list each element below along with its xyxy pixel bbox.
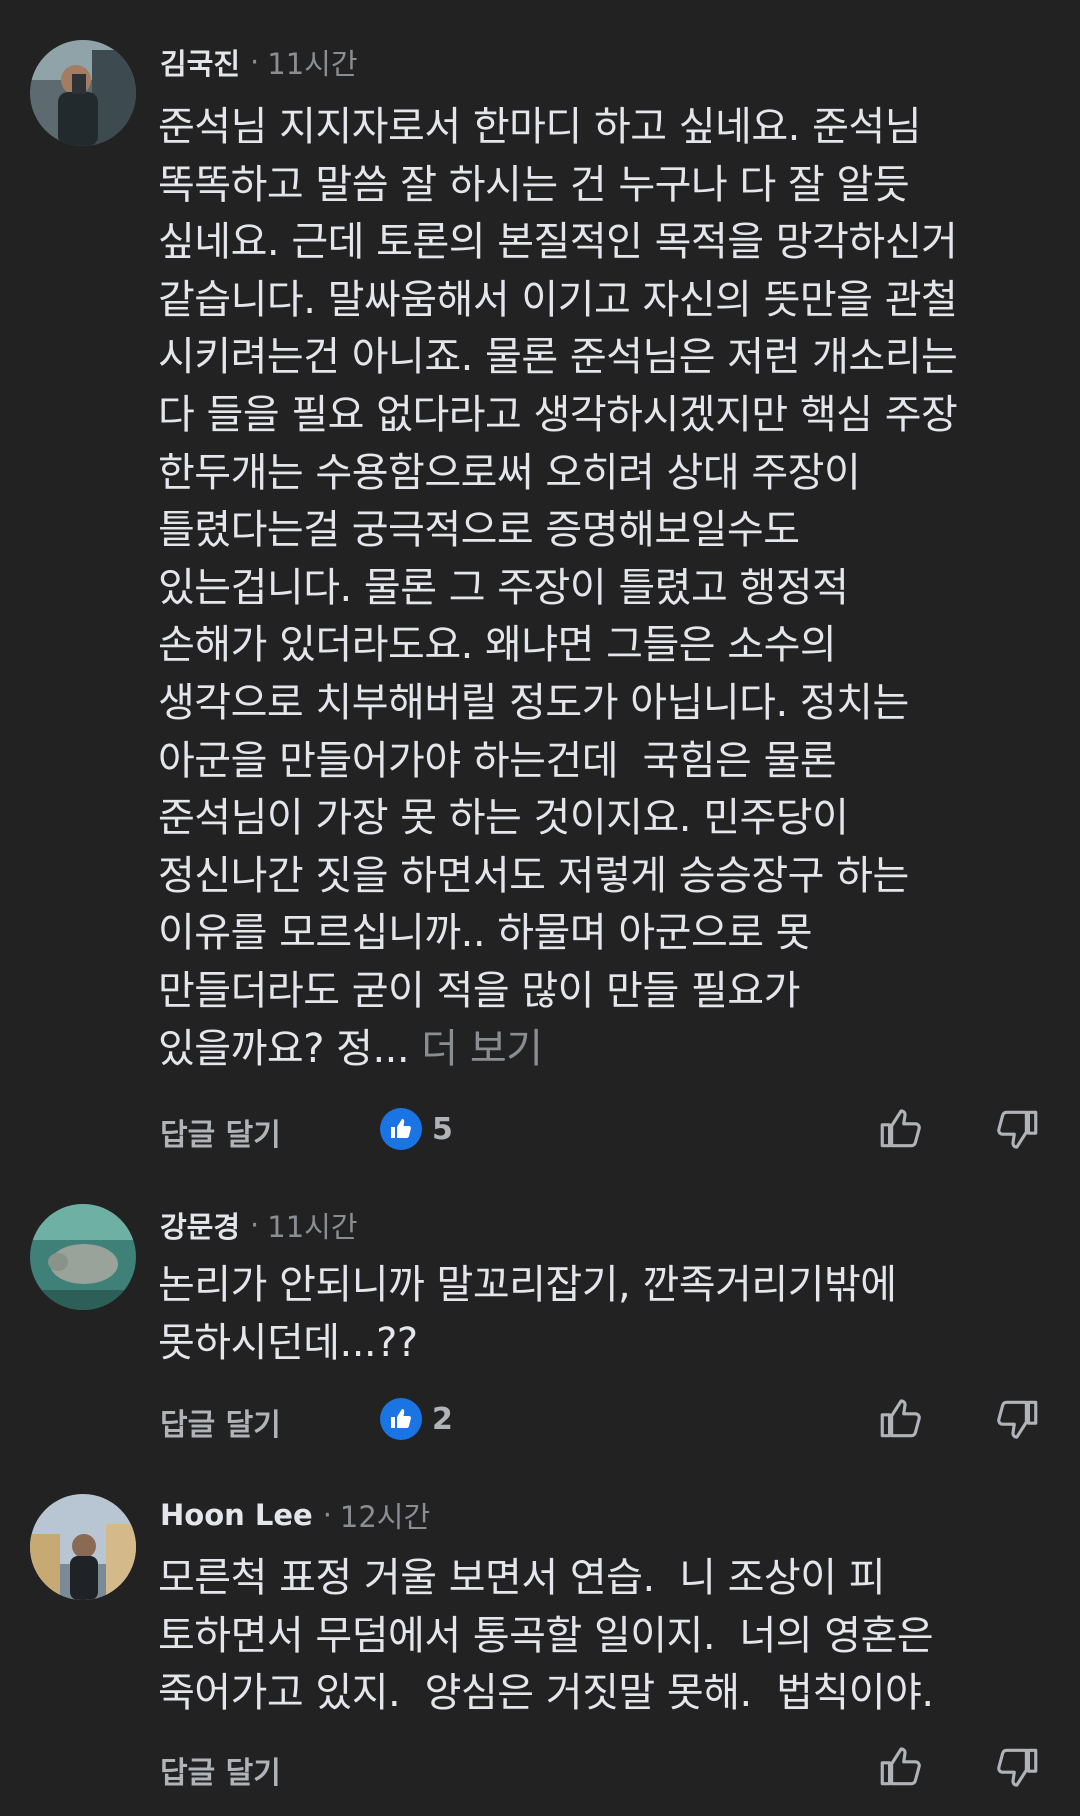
comment-line: 모른척 표정 거울 보면서 연습. 니 조상이 피 <box>158 1555 886 1601</box>
avatar[interactable] <box>30 1204 136 1310</box>
comment-line: 아군을 만들어가야 하는건데 국힘은 물론 <box>158 737 837 784</box>
comment-author[interactable]: 강문경 <box>160 1204 240 1246</box>
comment-text: 논리가 안되니까 말꼬리잡기, 깐족거리기밖에못하시던데...?? <box>158 1257 1058 1372</box>
comment-author[interactable]: Hoon Lee <box>160 1498 313 1532</box>
comment-line: 손해가 있더라도요. 왜냐면 그들은 소수의 <box>158 622 837 669</box>
comment-line: 토하면서 무덤에서 통곡할 일이지. 너의 영혼은 <box>158 1612 934 1659</box>
comment-time[interactable]: 11시간 <box>267 1204 357 1246</box>
comment-line: 틀렸다는걸 궁극적으로 증명해보일수도 <box>158 507 800 554</box>
see-more-link[interactable]: 더 보기 <box>409 1026 543 1072</box>
comment-line: 준석님이 가장 못 하는 것이지요. 민주당이 <box>158 795 849 842</box>
comment-line: 못하시던데...?? <box>158 1319 418 1366</box>
comment-line-last: 있을까요? 정... 더 보기 <box>158 1021 1058 1079</box>
comment-line: 싶네요. 근데 토론의 본질적인 목적을 망각하신거 <box>158 219 958 266</box>
reply-button[interactable]: 답글 달기 <box>160 1400 281 1444</box>
reply-button[interactable]: 답글 달기 <box>160 1748 281 1792</box>
thumbs-up-outline-icon[interactable] <box>876 1104 926 1154</box>
comment-line: 다 들을 필요 없다라고 생각하시겠지만 핵심 주장 <box>158 391 958 438</box>
avatar[interactable] <box>30 1494 136 1600</box>
comment-line: 정신나간 짓을 하면서도 저렇게 승승장구 하는 <box>158 852 909 899</box>
comment-line: 생각으로 치부해버릴 정도가 아닙니다. 정치는 <box>158 679 909 726</box>
comment-time[interactable]: 11시간 <box>267 41 357 83</box>
comment-line: 만들더라도 굳이 적을 많이 만들 필요가 <box>158 967 800 1014</box>
reaction-summary[interactable]: 5 <box>380 1108 453 1150</box>
comment-text: 준석님 지지자로서 한마디 하고 싶네요. 준석님똑똑하고 말씀 잘 하시는 건… <box>158 99 1058 1078</box>
comment-line: 논리가 안되니까 말꼬리잡기, 깐족거리기밖에 <box>158 1262 897 1308</box>
comment-line: 준석님 지지자로서 한마디 하고 싶네요. 준석님 <box>158 104 922 150</box>
comment-line: 죽어가고 있지. 양심은 거짓말 못해. 법칙이야. <box>158 1670 934 1717</box>
comment-line: 같습니다. 말싸움해서 이기고 자신의 뜻만을 관철 <box>158 276 958 323</box>
separator-dot: · <box>250 45 260 79</box>
reaction-count: 2 <box>432 1401 453 1437</box>
comment-line: 이유를 모르십니까.. 하물며 아군으로 못 <box>158 910 813 957</box>
thumbs-down-outline-icon[interactable] <box>992 1394 1042 1444</box>
reaction-summary[interactable]: 2 <box>380 1398 453 1440</box>
comment-author[interactable]: 김국진 <box>160 41 240 83</box>
thumbs-up-icon <box>380 1398 422 1440</box>
reaction-count: 5 <box>432 1111 453 1147</box>
comment-line: 똑똑하고 말씀 잘 하시는 건 누구나 다 잘 알듯 <box>158 161 910 208</box>
thumbs-down-outline-icon[interactable] <box>992 1104 1042 1154</box>
comment-line: 있을까요? 정... <box>158 1025 410 1072</box>
comment-line: 있는겁니다. 물론 그 주장이 틀렸고 행정적 <box>158 564 849 611</box>
thumbs-up-outline-icon[interactable] <box>876 1742 926 1792</box>
comment-text: 모른척 표정 거울 보면서 연습. 니 조상이 피토하면서 무덤에서 통곡할 일… <box>158 1550 1058 1723</box>
avatar[interactable] <box>30 40 136 146</box>
separator-dot: · <box>250 1208 260 1242</box>
separator-dot: · <box>322 1498 332 1532</box>
thumbs-up-outline-icon[interactable] <box>876 1394 926 1444</box>
reply-button[interactable]: 답글 달기 <box>160 1110 281 1154</box>
comment-line: 시키려는건 아니죠. 물론 준석님은 저런 개소리는 <box>158 334 958 381</box>
thumbs-up-icon <box>380 1108 422 1150</box>
comment-time[interactable]: 12시간 <box>340 1494 430 1536</box>
thumbs-down-outline-icon[interactable] <box>992 1742 1042 1792</box>
comment-line: 한두개는 수용함으로써 오히려 상대 주장이 <box>158 449 861 496</box>
